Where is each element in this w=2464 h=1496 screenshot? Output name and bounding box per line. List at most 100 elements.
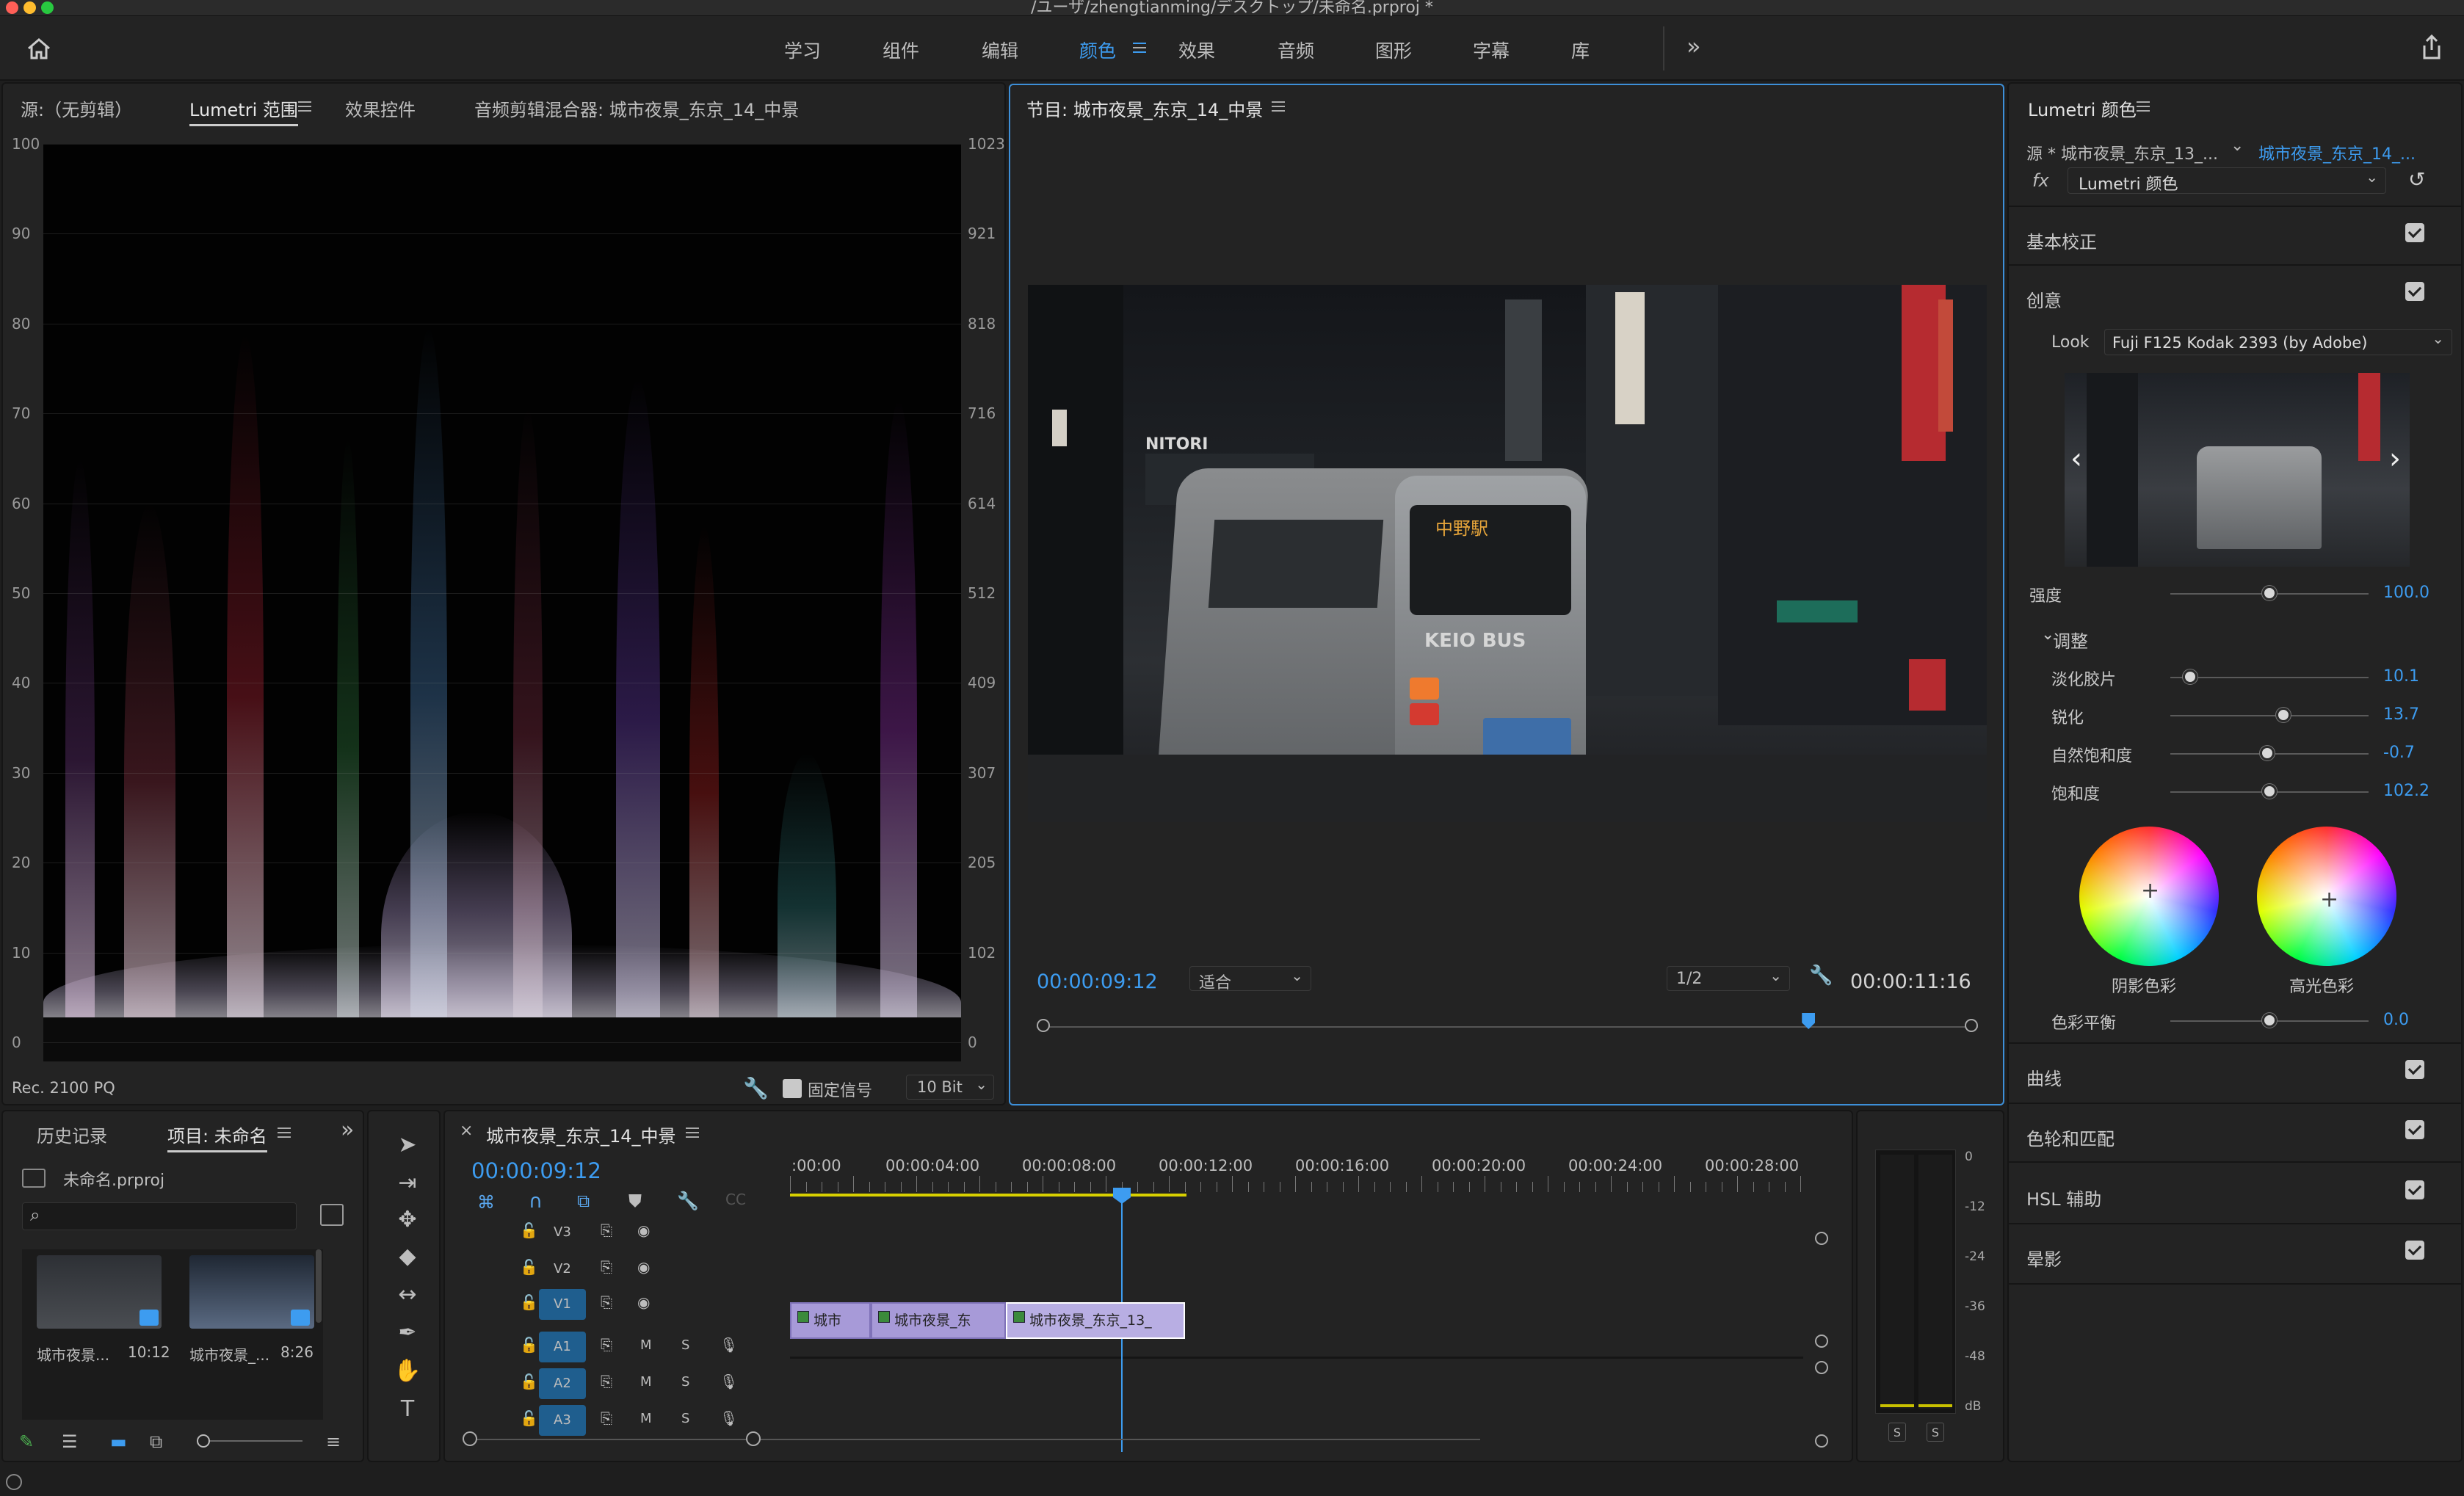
slider-value[interactable]: 13.7 bbox=[2383, 705, 2419, 724]
linked-selection-icon[interactable]: ⧉ bbox=[577, 1191, 590, 1211]
slider-handle[interactable] bbox=[2275, 708, 2291, 722]
pencil-icon[interactable]: ✎ bbox=[19, 1431, 34, 1452]
bit-depth-dropdown[interactable]: 10 Bit ⌄ bbox=[906, 1075, 994, 1100]
timeline-zoom-scrollbar[interactable] bbox=[467, 1439, 1480, 1440]
slider-value[interactable]: 0.0 bbox=[2383, 1011, 2409, 1029]
program-monitor-title[interactable]: 节目: 城市夜景_东京_14_中景 bbox=[1026, 95, 1263, 121]
pen-tool-icon[interactable]: ✒ bbox=[389, 1320, 426, 1349]
eye-icon[interactable]: ◉ bbox=[637, 1221, 650, 1239]
lumetri-menu-icon[interactable] bbox=[2137, 101, 2150, 112]
new-bin-icon[interactable] bbox=[320, 1204, 344, 1226]
eye-icon[interactable]: ◉ bbox=[637, 1293, 650, 1311]
workspace-assembly[interactable]: 组件 bbox=[883, 37, 919, 63]
hand-tool-icon[interactable]: ✋ bbox=[389, 1358, 426, 1387]
source-clip-dropdown[interactable]: 源 * 城市夜景_东京_13_... bbox=[2026, 141, 2218, 164]
section-color-wheels[interactable]: 色轮和匹配 bbox=[2026, 1125, 2115, 1150]
mute-button[interactable]: M bbox=[640, 1337, 652, 1353]
slip-tool-icon[interactable]: ↔ bbox=[389, 1282, 426, 1311]
tab-history[interactable]: 历史记录 bbox=[37, 1122, 107, 1147]
freeform-view-icon[interactable]: ⧉ bbox=[150, 1431, 162, 1452]
sync-lock-icon[interactable]: ⎘ bbox=[601, 1258, 612, 1276]
section-creative[interactable]: 创意 bbox=[2026, 286, 2062, 312]
project-search-input[interactable]: ⌕ bbox=[22, 1202, 297, 1230]
workspace-editing[interactable]: 编辑 bbox=[982, 37, 1018, 63]
tab-source[interactable]: 源:（无剪辑） bbox=[21, 95, 132, 121]
razor-tool-icon[interactable]: ◆ bbox=[389, 1243, 426, 1273]
section-curves[interactable]: 曲线 bbox=[2026, 1064, 2062, 1090]
section-basic-correction[interactable]: 基本校正 bbox=[2026, 228, 2097, 253]
workspace-color-menu-icon[interactable] bbox=[1133, 43, 1146, 53]
add-marker-icon[interactable]: ⛊ bbox=[628, 1191, 642, 1211]
timeline-playhead[interactable] bbox=[1113, 1188, 1131, 1204]
track-target-a2[interactable]: A2 bbox=[539, 1368, 586, 1399]
track-target-a3[interactable]: A3 bbox=[539, 1405, 586, 1436]
adjustments-label[interactable]: 调整 bbox=[2053, 627, 2088, 653]
previous-look-icon[interactable]: ‹ bbox=[2070, 442, 2082, 476]
workspace-audio[interactable]: 音频 bbox=[1278, 37, 1314, 63]
sync-lock-icon[interactable]: ⎘ bbox=[601, 1373, 612, 1390]
scopes-menu-icon[interactable] bbox=[298, 101, 311, 112]
microphone-icon[interactable]: 🎙 bbox=[720, 1409, 738, 1427]
sequence-title[interactable]: 城市夜景_东京_14_中景 bbox=[486, 1122, 676, 1147]
slider-handle[interactable] bbox=[2183, 669, 2197, 684]
reset-icon[interactable]: ↺ bbox=[2408, 167, 2433, 192]
vignette-checkbox[interactable] bbox=[2405, 1241, 2424, 1260]
sync-lock-icon[interactable]: ⎘ bbox=[601, 1336, 612, 1354]
slider-track[interactable] bbox=[2170, 715, 2369, 716]
track-target-a1[interactable]: A1 bbox=[539, 1332, 586, 1362]
program-timecode[interactable]: 00:00:09:12 bbox=[1037, 970, 1158, 993]
icon-view-icon[interactable]: ▬ bbox=[110, 1431, 127, 1452]
type-tool-icon[interactable]: T bbox=[389, 1396, 426, 1426]
target-clip-link[interactable]: 城市夜景_东京_14_... bbox=[2258, 141, 2416, 164]
lock-icon[interactable]: 🔓 bbox=[520, 1409, 538, 1427]
tab-lumetri-scopes[interactable]: Lumetri 范围 bbox=[189, 95, 298, 126]
tab-audio-clip-mixer[interactable]: 音频剪辑混合器: 城市夜景_东京_14_中景 bbox=[474, 95, 799, 121]
captions-icon[interactable]: CC bbox=[725, 1191, 746, 1208]
slider-handle[interactable] bbox=[2262, 784, 2277, 799]
sync-lock-icon[interactable]: ⎘ bbox=[601, 1409, 612, 1427]
list-view-icon[interactable]: ☰ bbox=[62, 1431, 78, 1452]
panel-menu-icon[interactable]: ≡ bbox=[326, 1431, 341, 1452]
nest-icon[interactable]: ⌘ bbox=[477, 1192, 495, 1213]
lock-icon[interactable]: 🔓 bbox=[520, 1258, 538, 1276]
slider-value[interactable]: 102.2 bbox=[2383, 782, 2429, 800]
mute-button[interactable]: M bbox=[640, 1374, 652, 1390]
effect-dropdown[interactable]: Lumetri 颜色 ⌄ bbox=[2068, 167, 2386, 194]
share-icon[interactable] bbox=[2420, 34, 2443, 60]
look-dropdown[interactable]: Fuji F125 Kodak 2393 (by Adobe) ⌄ bbox=[2104, 329, 2452, 355]
program-video-frame[interactable]: NITORI 中野駅 KEIO BUS 27-02 bbox=[1028, 285, 1987, 822]
workspace-libraries[interactable]: 库 bbox=[1571, 37, 1590, 63]
mute-button[interactable]: M bbox=[640, 1411, 652, 1426]
timeline-menu-icon[interactable] bbox=[686, 1128, 699, 1138]
zoom-slider-handle[interactable] bbox=[197, 1434, 210, 1448]
slider-value[interactable]: -0.7 bbox=[2383, 744, 2415, 762]
slider-track[interactable] bbox=[2170, 677, 2369, 678]
lock-icon[interactable]: 🔓 bbox=[520, 1336, 538, 1354]
solo-left-button[interactable]: S bbox=[1888, 1423, 1906, 1442]
workspace-effects[interactable]: 效果 bbox=[1178, 37, 1215, 63]
track-select-tool-icon[interactable]: ⇥ bbox=[389, 1170, 426, 1199]
settings-wrench-icon[interactable]: 🔧 bbox=[1809, 965, 1833, 988]
audio-scroll-handle[interactable] bbox=[1815, 1361, 1828, 1374]
section-vignette[interactable]: 晕影 bbox=[2026, 1245, 2062, 1271]
workspace-color[interactable]: 颜色 bbox=[1079, 37, 1116, 63]
workspace-graphics[interactable]: 图形 bbox=[1375, 37, 1412, 63]
hsl-secondary-checkbox[interactable] bbox=[2405, 1180, 2424, 1199]
timeline-timecode[interactable]: 00:00:09:12 bbox=[471, 1158, 601, 1183]
slider-handle[interactable] bbox=[2262, 1013, 2277, 1028]
timeline-clip[interactable]: 城市夜景_东京_13_ bbox=[1006, 1302, 1185, 1339]
selection-tool-icon[interactable]: ➤ bbox=[389, 1132, 426, 1161]
video-scroll-handle[interactable] bbox=[1815, 1232, 1828, 1245]
basic-correction-checkbox[interactable] bbox=[2405, 223, 2424, 242]
zoom-handle-right[interactable] bbox=[746, 1431, 761, 1446]
lock-icon[interactable]: 🔓 bbox=[520, 1373, 538, 1390]
workspace-learn[interactable]: 学习 bbox=[784, 37, 821, 63]
solo-right-button[interactable]: S bbox=[1927, 1423, 1944, 1442]
color-wheels-checkbox[interactable] bbox=[2405, 1120, 2424, 1139]
tab-effect-controls[interactable]: 效果控件 bbox=[345, 95, 416, 121]
slider-handle[interactable] bbox=[2262, 586, 2277, 600]
zoom-slider[interactable] bbox=[200, 1440, 302, 1442]
slider-value[interactable]: 100.0 bbox=[2383, 584, 2429, 602]
wrench-icon[interactable]: 🔧 bbox=[743, 1076, 769, 1100]
look-preview-thumbnail[interactable] bbox=[2065, 373, 2410, 567]
